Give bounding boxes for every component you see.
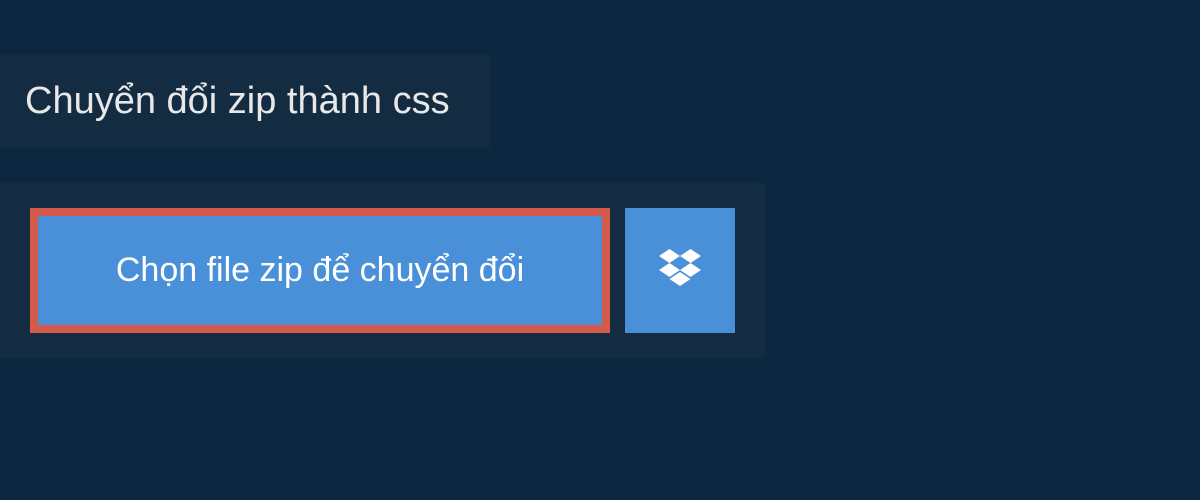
file-action-panel: Chọn file zip để chuyển đổi — [0, 183, 765, 358]
dropbox-button[interactable] — [625, 208, 735, 333]
page-header: Chuyển đổi zip thành css — [0, 55, 490, 148]
choose-file-button[interactable]: Chọn file zip để chuyển đổi — [30, 208, 610, 333]
page-title: Chuyển đổi zip thành css — [25, 80, 450, 123]
dropbox-icon — [659, 249, 701, 292]
